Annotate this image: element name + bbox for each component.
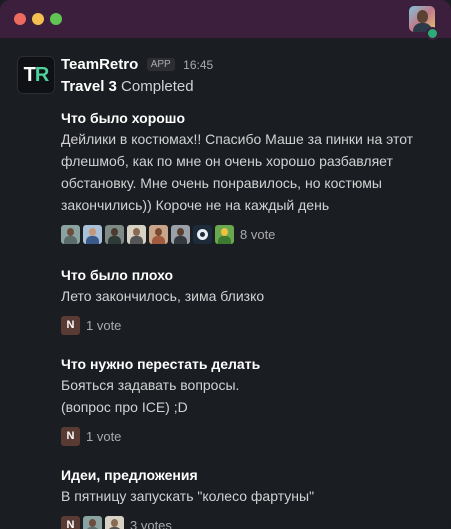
section-text: Дейлики в костюмах!! Спасибо Маше за пин…: [61, 131, 414, 213]
vote-row: N 3 votes: [61, 515, 433, 529]
app-logo[interactable]: TR: [17, 56, 55, 94]
presence-indicator-icon: [426, 27, 439, 40]
section-text: Бояться задавать вопросы. (вопрос про IC…: [61, 377, 240, 415]
voter-avatar[interactable]: [193, 224, 212, 244]
section-heading: Что нужно перестать делать: [61, 356, 261, 372]
section-stop-doing: Что нужно перестать делать Бояться задав…: [61, 356, 433, 446]
app-badge: APP: [146, 58, 175, 71]
vote-count: 3 votes: [130, 517, 172, 529]
voter-avatar[interactable]: [127, 224, 146, 244]
title-bar: [0, 0, 451, 40]
vote-row: N 1 vote: [61, 426, 433, 446]
voter-avatar[interactable]: N: [61, 315, 80, 335]
voter-avatar[interactable]: N: [61, 515, 80, 529]
logo-letter-r: R: [34, 64, 49, 86]
section-heading: Что было хорошо: [61, 110, 186, 126]
section-went-badly: Что было плохо Лето закончилось, зима бл…: [61, 267, 433, 335]
voter-avatar[interactable]: [149, 224, 168, 244]
minimize-window-button[interactable]: [32, 13, 44, 25]
board-status: Completed: [116, 78, 194, 95]
voter-avatar[interactable]: [215, 224, 234, 244]
slack-window: TR TeamRetro APP 16:45 Travel 3 Complete…: [0, 0, 451, 529]
logo-letter-t: T: [23, 64, 36, 86]
sender-name[interactable]: TeamRetro: [61, 56, 138, 73]
message-header: TeamRetro APP 16:45: [61, 56, 213, 74]
voter-avatar[interactable]: [83, 224, 102, 244]
message-title: Travel 3 Completed: [61, 78, 194, 95]
voter-avatar[interactable]: N: [61, 426, 80, 446]
vote-count: 8 vote: [240, 226, 276, 242]
section-text: Лето закончилось, зима близко: [61, 288, 265, 304]
vote-row: 8 vote: [61, 224, 433, 244]
voter-avatar[interactable]: [61, 224, 80, 244]
vote-count: 1 vote: [86, 428, 122, 444]
section-heading: Идеи, предложения: [61, 467, 198, 483]
voter-avatar[interactable]: [171, 224, 190, 244]
voter-avatar[interactable]: [83, 515, 102, 529]
close-window-button[interactable]: [14, 13, 26, 25]
avatar-face: [417, 10, 428, 23]
timestamp[interactable]: 16:45: [183, 58, 213, 72]
vote-count: 1 vote: [86, 317, 122, 333]
section-heading: Что было плохо: [61, 267, 174, 283]
section-text: В пятницу запускать "колесо фартуны": [61, 488, 315, 504]
maximize-window-button[interactable]: [50, 13, 62, 25]
section-ideas: Идеи, предложения В пятницу запускать "к…: [61, 467, 433, 529]
vote-row: N 1 vote: [61, 315, 433, 335]
voter-avatar[interactable]: [105, 224, 124, 244]
board-name: Travel 3: [61, 78, 117, 95]
voter-avatar[interactable]: [105, 515, 124, 529]
section-went-well: Что было хорошо Дейлики в костюмах!! Спа…: [61, 110, 433, 244]
